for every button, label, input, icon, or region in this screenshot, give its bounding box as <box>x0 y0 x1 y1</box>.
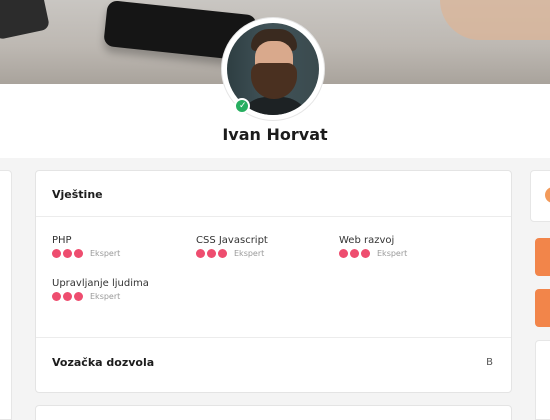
rating-dot <box>52 249 61 258</box>
skill-level: Ekspert <box>90 292 121 301</box>
rating-dot <box>339 249 348 258</box>
skill-name: Upravljanje ljudima <box>52 278 149 289</box>
skill-level: Ekspert <box>234 249 265 258</box>
rating-dot <box>218 249 227 258</box>
skill-item-web-razvoj: Web razvoj Ekspert <box>339 235 407 258</box>
rating-dot <box>63 292 72 301</box>
skill-level: Ekspert <box>377 249 408 258</box>
side-action-button-2[interactable] <box>535 289 550 327</box>
right-side-card <box>530 170 550 222</box>
profile-name: Ivan Horvat <box>222 125 328 144</box>
rating-dot <box>74 292 83 301</box>
skill-rating: Ekspert <box>52 292 149 301</box>
side-action-button-1[interactable] <box>535 238 550 276</box>
cover-object <box>0 0 51 41</box>
skill-level: Ekspert <box>90 249 121 258</box>
driving-license-value: B <box>486 357 493 368</box>
skill-name: CSS Javascript <box>196 235 268 246</box>
rating-dot <box>63 249 72 258</box>
skill-item-upravljanje-ljudima: Upravljanje ljudima Ekspert <box>52 278 149 301</box>
driving-license-label: Vozačka dozvola <box>52 356 155 369</box>
check-icon: ✓ <box>239 101 247 111</box>
rating-dot <box>52 292 61 301</box>
skill-rating: Ekspert <box>52 249 120 258</box>
skill-item-css-javascript: CSS Javascript Ekspert <box>196 235 268 258</box>
skill-name: PHP <box>52 235 72 246</box>
skills-card-title: Vještine <box>52 188 103 201</box>
divider <box>36 216 511 217</box>
skill-rating: Ekspert <box>339 249 407 258</box>
right-card-icon <box>545 187 550 203</box>
left-side-card <box>0 170 12 420</box>
rating-dot <box>74 249 83 258</box>
rating-dot <box>350 249 359 258</box>
skill-name: Web razvoj <box>339 235 395 246</box>
right-side-bottom-card <box>535 340 550 420</box>
skills-card: Vještine PHP Ekspert CSS Javascript Eksp… <box>35 170 512 393</box>
skill-item-php: PHP Ekspert <box>52 235 120 258</box>
rating-dot <box>196 249 205 258</box>
divider <box>36 337 511 338</box>
rating-dot <box>361 249 370 258</box>
next-card <box>35 405 512 420</box>
rating-dot <box>207 249 216 258</box>
cover-hand <box>440 0 550 40</box>
verified-badge: ✓ <box>234 98 250 114</box>
skill-rating: Ekspert <box>196 249 268 258</box>
